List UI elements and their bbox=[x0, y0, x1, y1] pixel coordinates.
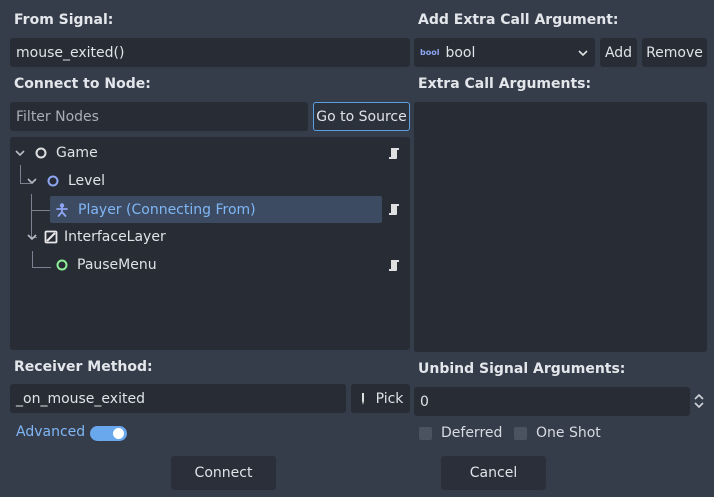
deferred-label: Deferred bbox=[441, 425, 503, 441]
unbind-args-label: Unbind Signal Arguments: bbox=[418, 361, 626, 377]
advanced-toggle[interactable] bbox=[90, 426, 127, 441]
add-extra-arg-label: Add Extra Call Argument: bbox=[418, 12, 619, 28]
tree-item-player[interactable]: Player (Connecting From) bbox=[50, 196, 382, 223]
extra-call-arguments-list[interactable] bbox=[414, 102, 707, 352]
tree-guide bbox=[32, 251, 51, 268]
connect-button[interactable]: Connect bbox=[171, 456, 276, 490]
receiver-method-value: _on_mouse_exited bbox=[16, 390, 145, 407]
toggle-knob bbox=[113, 428, 124, 439]
receiver-method-label: Receiver Method: bbox=[14, 359, 153, 375]
spinbox-arrows-icon[interactable] bbox=[693, 392, 705, 410]
extra-call-arguments-label: Extra Call Arguments: bbox=[418, 76, 592, 92]
tree-item-label: Level bbox=[68, 173, 105, 189]
tree-guide bbox=[31, 194, 50, 211]
tree-item-label: InterfaceLayer bbox=[64, 229, 166, 245]
from-signal-field[interactable]: mouse_exited() bbox=[10, 38, 410, 67]
chevron-down-icon bbox=[578, 49, 588, 56]
arg-type-value: bool bbox=[445, 44, 476, 61]
control-circle-icon bbox=[56, 259, 68, 271]
unbind-args-input[interactable]: 0 bbox=[414, 387, 690, 416]
go-to-source-button[interactable]: Go to Source bbox=[313, 102, 410, 131]
tree-item-label: Game bbox=[56, 145, 98, 161]
chevron-down-icon[interactable] bbox=[26, 231, 38, 243]
script-icon[interactable] bbox=[388, 259, 401, 272]
script-icon[interactable] bbox=[388, 203, 401, 216]
from-signal-value: mouse_exited() bbox=[16, 44, 125, 61]
add-argument-button[interactable]: Add bbox=[600, 38, 637, 67]
from-signal-label: From Signal: bbox=[14, 12, 114, 28]
tree-item-game[interactable]: Game bbox=[14, 140, 394, 166]
remove-argument-button[interactable]: Remove bbox=[642, 38, 707, 67]
go-to-source-label: Go to Source bbox=[316, 108, 407, 125]
pick-button[interactable]: Pick bbox=[351, 384, 410, 413]
unbind-args-value: 0 bbox=[420, 393, 429, 410]
filter-nodes-placeholder: Filter Nodes bbox=[16, 108, 99, 125]
one-shot-label: One Shot bbox=[536, 425, 601, 441]
node-circle-icon bbox=[35, 147, 47, 159]
scene-tree[interactable]: Game Level Player (Connecting From) Inte… bbox=[10, 137, 410, 350]
bool-type-icon: bool bbox=[420, 48, 440, 57]
deferred-checkbox[interactable]: Deferred bbox=[419, 425, 502, 441]
one-shot-checkbox[interactable]: One Shot bbox=[514, 425, 601, 441]
eyedropper-icon bbox=[361, 392, 364, 405]
chevron-down-icon[interactable] bbox=[26, 175, 38, 187]
pick-label: Pick bbox=[375, 390, 404, 407]
connect-to-node-label: Connect to Node: bbox=[14, 76, 151, 92]
canvas-layer-icon bbox=[44, 230, 58, 244]
tree-item-label: Player (Connecting From) bbox=[78, 201, 256, 218]
connect-label: Connect bbox=[194, 465, 253, 481]
advanced-label: Advanced bbox=[16, 424, 86, 440]
filter-nodes-input[interactable]: Filter Nodes bbox=[10, 102, 308, 131]
receiver-method-input[interactable]: _on_mouse_exited bbox=[10, 384, 346, 413]
cancel-button[interactable]: Cancel bbox=[441, 456, 546, 490]
chevron-down-icon[interactable] bbox=[14, 147, 26, 159]
checkbox-box bbox=[419, 426, 432, 440]
tree-item-label: PauseMenu bbox=[77, 257, 157, 273]
script-icon[interactable] bbox=[388, 147, 401, 160]
checkbox-box bbox=[514, 426, 527, 440]
add-label: Add bbox=[604, 44, 633, 61]
tree-item-pausemenu[interactable]: PauseMenu bbox=[55, 252, 395, 278]
character-body-icon bbox=[56, 202, 68, 217]
tree-item-level[interactable]: Level bbox=[26, 168, 396, 194]
node2d-circle-icon bbox=[47, 175, 59, 187]
cancel-label: Cancel bbox=[469, 465, 518, 481]
remove-label: Remove bbox=[646, 44, 703, 61]
tree-item-interfacelayer[interactable]: InterfaceLayer bbox=[26, 224, 396, 250]
arg-type-dropdown[interactable]: bool bool bbox=[414, 38, 595, 67]
